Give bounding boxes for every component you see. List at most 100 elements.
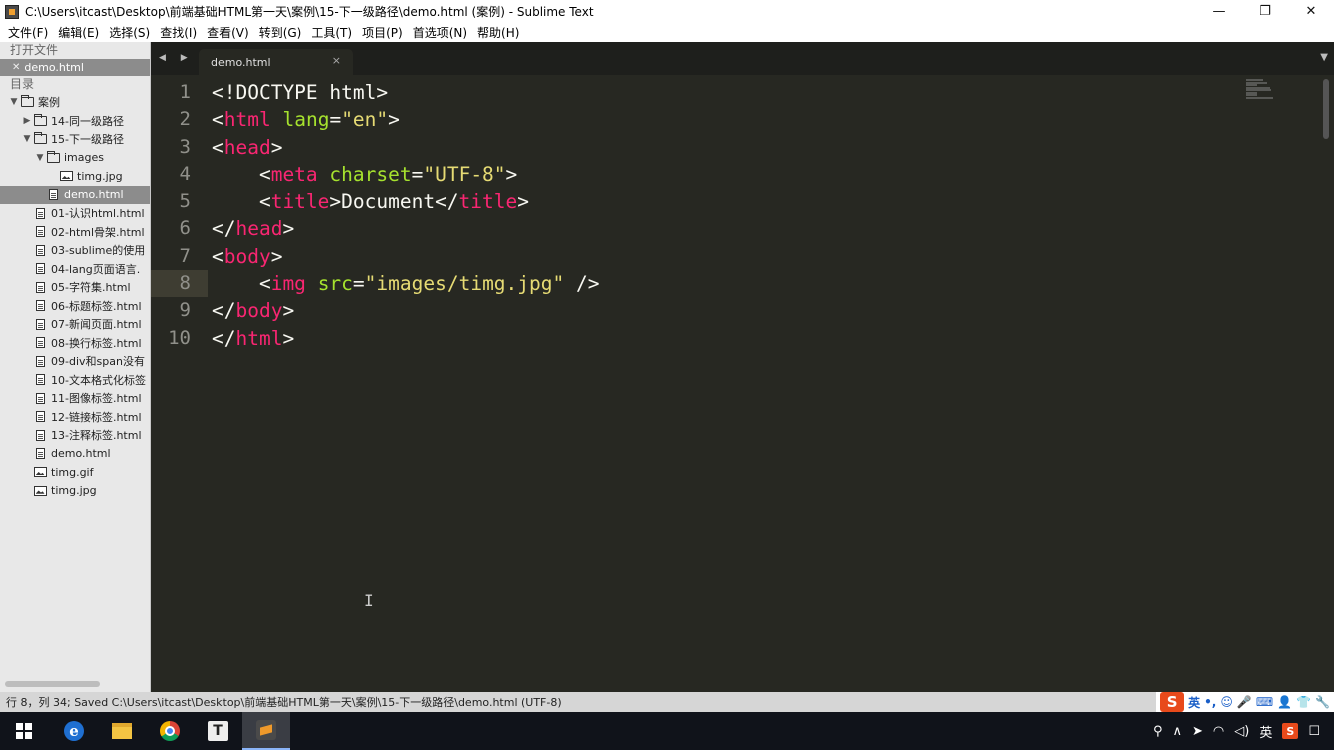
close-file-icon[interactable]: ✕ bbox=[12, 59, 20, 76]
tree-item[interactable]: 09-div和span没有 bbox=[0, 352, 150, 371]
tab-close-icon[interactable]: × bbox=[332, 54, 341, 67]
file-icon bbox=[33, 355, 47, 367]
close-button[interactable]: ✕ bbox=[1288, 0, 1334, 23]
taskbar-chrome[interactable] bbox=[146, 712, 194, 750]
file-icon bbox=[33, 244, 47, 256]
code-line[interactable]: <img src="images/timg.jpg" /> bbox=[212, 270, 1224, 297]
tree-item[interactable]: 08-换行标签.html bbox=[0, 334, 150, 353]
chevron-down-icon[interactable]: ▼ bbox=[21, 134, 33, 144]
tree-item[interactable]: timg.jpg bbox=[0, 167, 150, 186]
menu-view[interactable]: 查看(V) bbox=[203, 24, 255, 41]
tree-item[interactable]: timg.gif bbox=[0, 463, 150, 482]
tab-dropdown-icon[interactable]: ▼ bbox=[1320, 52, 1328, 63]
code-line[interactable]: <meta charset="UTF-8"> bbox=[212, 161, 1224, 188]
wifi-icon[interactable]: ◠ bbox=[1213, 724, 1224, 739]
sogou-tray-icon[interactable]: S bbox=[1282, 723, 1299, 739]
code-token: > bbox=[270, 135, 283, 159]
tree-item[interactable]: 05-字符集.html bbox=[0, 278, 150, 297]
ime-tray-lang[interactable]: 英 bbox=[1259, 722, 1272, 741]
people-icon[interactable]: ⚲ bbox=[1153, 724, 1163, 739]
chevron-down-icon[interactable]: ▼ bbox=[8, 97, 20, 107]
code-token: < bbox=[212, 108, 224, 132]
ime-voice-icon[interactable]: 🎤 bbox=[1237, 695, 1252, 709]
tab-demo-html[interactable]: demo.html × bbox=[199, 49, 353, 75]
menu-project[interactable]: 项目(P) bbox=[358, 24, 409, 41]
chevron-down-icon[interactable]: ▼ bbox=[34, 153, 46, 163]
minimize-button[interactable]: — bbox=[1196, 0, 1242, 23]
code-line[interactable]: <head> bbox=[212, 134, 1224, 161]
code-line[interactable]: </head> bbox=[212, 215, 1224, 242]
code-area[interactable]: <!DOCTYPE html> <html lang="en"> <head> <m… bbox=[212, 79, 1224, 352]
line-number: 4 bbox=[179, 162, 191, 185]
tree-item-label: 07-新闻页面.html bbox=[51, 318, 142, 332]
volume-icon[interactable]: ◁) bbox=[1234, 724, 1249, 739]
tree-item[interactable]: ▼ images bbox=[0, 149, 150, 168]
chevron-right-icon[interactable]: ▶ bbox=[21, 116, 33, 126]
tree-item[interactable]: 12-链接标签.html bbox=[0, 408, 150, 427]
tree-item[interactable]: demo.html bbox=[0, 185, 150, 204]
tree-item[interactable]: 10-文本格式化标签 bbox=[0, 371, 150, 390]
menu-selection[interactable]: 选择(S) bbox=[105, 24, 156, 41]
tree-item[interactable]: 04-lang页面语言. bbox=[0, 260, 150, 279]
line-number: 3 bbox=[179, 135, 191, 158]
code-line[interactable]: <title>Document</title> bbox=[212, 188, 1224, 215]
tree-item[interactable]: 01-认识html.html bbox=[0, 204, 150, 223]
taskbar-sublime[interactable] bbox=[242, 712, 290, 750]
code-line[interactable]: </html> bbox=[212, 325, 1224, 352]
tree-item[interactable]: 07-新闻页面.html bbox=[0, 315, 150, 334]
code-token: html bbox=[223, 108, 271, 132]
tree-item[interactable]: timg.jpg bbox=[0, 482, 150, 501]
code-token: > bbox=[282, 326, 295, 350]
tab-nav-arrows-icon[interactable]: ◀ ▶ bbox=[159, 53, 194, 63]
ime-user-icon[interactable]: 👤 bbox=[1277, 695, 1292, 709]
menu-bar: 文件(F) 编辑(E) 选择(S) 查找(I) 查看(V) 转到(G) 工具(T… bbox=[0, 23, 1334, 42]
line-number: 2 bbox=[179, 108, 191, 131]
code-token: charset bbox=[329, 162, 412, 186]
open-file-item[interactable]: ✕ demo.html bbox=[0, 59, 150, 76]
code-line[interactable]: <html lang="en"> bbox=[212, 106, 1224, 133]
code-line[interactable]: </body> bbox=[212, 297, 1224, 324]
code-editor[interactable]: 1 2 3 4 5 6 7 8 9 10 <!DOCTYPE html> <html lang="e… bbox=[151, 75, 1334, 692]
tree-item[interactable]: 02-html骨架.html bbox=[0, 223, 150, 242]
tree-item[interactable]: ▼ 15-下一级路径 bbox=[0, 130, 150, 149]
taskbar-explorer[interactable] bbox=[98, 712, 146, 750]
code-line[interactable]: <!DOCTYPE html> bbox=[212, 79, 1224, 106]
menu-tools[interactable]: 工具(T) bbox=[307, 24, 358, 41]
menu-help[interactable]: 帮助(H) bbox=[473, 24, 525, 41]
menu-edit[interactable]: 编辑(E) bbox=[54, 24, 105, 41]
tree-item[interactable]: ▶ 14-同一级路径 bbox=[0, 112, 150, 131]
sublime-app-icon[interactable] bbox=[5, 4, 19, 19]
maximize-button[interactable]: ❐ bbox=[1242, 0, 1288, 23]
menu-find[interactable]: 查找(I) bbox=[156, 24, 203, 41]
send-icon[interactable]: ➤ bbox=[1192, 724, 1203, 739]
code-line[interactable]: <body> bbox=[212, 243, 1224, 270]
chevron-up-icon[interactable]: ∧ bbox=[1172, 724, 1182, 739]
tree-item[interactable]: 03-sublime的使用 bbox=[0, 241, 150, 260]
tree-item-label: 02-html骨架.html bbox=[51, 225, 145, 239]
code-token: title bbox=[270, 190, 330, 214]
taskbar-edge[interactable]: e bbox=[50, 712, 98, 750]
minimap[interactable] bbox=[1246, 79, 1274, 101]
ime-skin-icon[interactable]: 👕 bbox=[1296, 695, 1311, 709]
ime-keyboard-icon[interactable]: ⌨ bbox=[1256, 695, 1273, 709]
line-number: 6 bbox=[179, 217, 191, 240]
code-token: lang bbox=[282, 108, 330, 132]
menu-file[interactable]: 文件(F) bbox=[4, 24, 54, 41]
tree-item[interactable]: demo.html bbox=[0, 445, 150, 464]
tree-item[interactable]: 13-注释标签.html bbox=[0, 426, 150, 445]
sidebar-scrollbar[interactable] bbox=[5, 681, 100, 687]
ime-emoji-icon[interactable]: ☺ bbox=[1220, 695, 1233, 709]
editor-scrollbar[interactable] bbox=[1323, 79, 1329, 139]
taskbar-typora[interactable]: T bbox=[194, 712, 242, 750]
sogou-ime-icon[interactable]: S bbox=[1160, 692, 1185, 712]
menu-preferences[interactable]: 首选项(N) bbox=[409, 24, 473, 41]
ime-lang-toggle[interactable]: 英 bbox=[1188, 694, 1200, 711]
start-button[interactable] bbox=[0, 712, 48, 750]
notification-icon[interactable]: ☐ bbox=[1308, 724, 1320, 739]
ime-punct-icon[interactable]: •, bbox=[1204, 695, 1216, 709]
tree-item[interactable]: 06-标题标签.html bbox=[0, 297, 150, 316]
tree-item[interactable]: 11-图像标签.html bbox=[0, 389, 150, 408]
ime-settings-icon[interactable]: 🔧 bbox=[1315, 695, 1330, 709]
menu-goto[interactable]: 转到(G) bbox=[255, 24, 308, 41]
tree-item[interactable]: ▼ 案例 bbox=[0, 93, 150, 112]
